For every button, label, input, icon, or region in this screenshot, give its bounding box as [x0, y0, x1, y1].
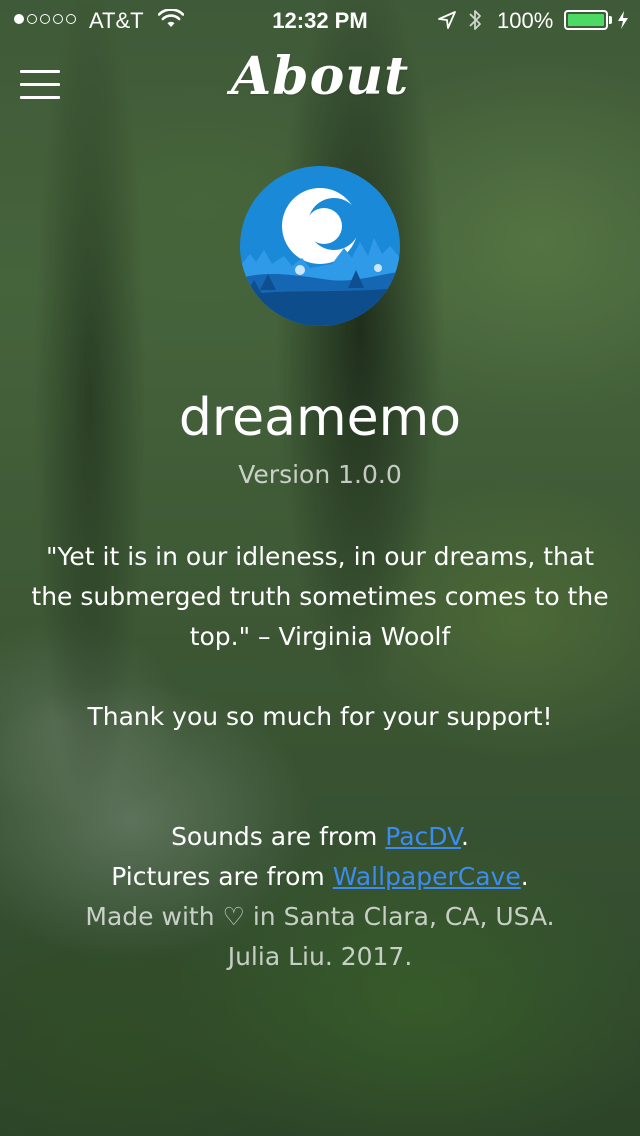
- bluetooth-icon: [469, 10, 481, 30]
- wallpapercave-link[interactable]: WallpaperCave: [333, 862, 521, 891]
- location-icon: [438, 11, 456, 29]
- charging-icon: [618, 11, 628, 29]
- thanks-message: Thank you so much for your support!: [87, 702, 553, 731]
- author-line: Julia Liu. 2017.: [227, 942, 413, 971]
- pacdv-link[interactable]: PacDV: [385, 822, 461, 851]
- made-with-line: Made with ♡ in Santa Clara, CA, USA.: [85, 902, 555, 931]
- sounds-credit-line: Sounds are from PacDV.: [171, 822, 469, 851]
- page-title: About: [230, 46, 410, 107]
- quote-text: "Yet it is in our idleness, in our dream…: [31, 542, 609, 651]
- pictures-credit-line: Pictures are from WallpaperCave.: [111, 862, 529, 891]
- battery-percentage: 100%: [497, 8, 554, 33]
- app-version: Version 1.0.0: [238, 460, 402, 489]
- battery-icon: [564, 10, 608, 30]
- credits: Sounds are from PacDV. Pictures are from…: [0, 817, 640, 977]
- battery-cap: [609, 16, 612, 24]
- status-bar: AT&T 12:32 PM 100%: [0, 0, 640, 40]
- app-name: dreamemo: [178, 388, 462, 448]
- app-logo-icon: [240, 166, 400, 326]
